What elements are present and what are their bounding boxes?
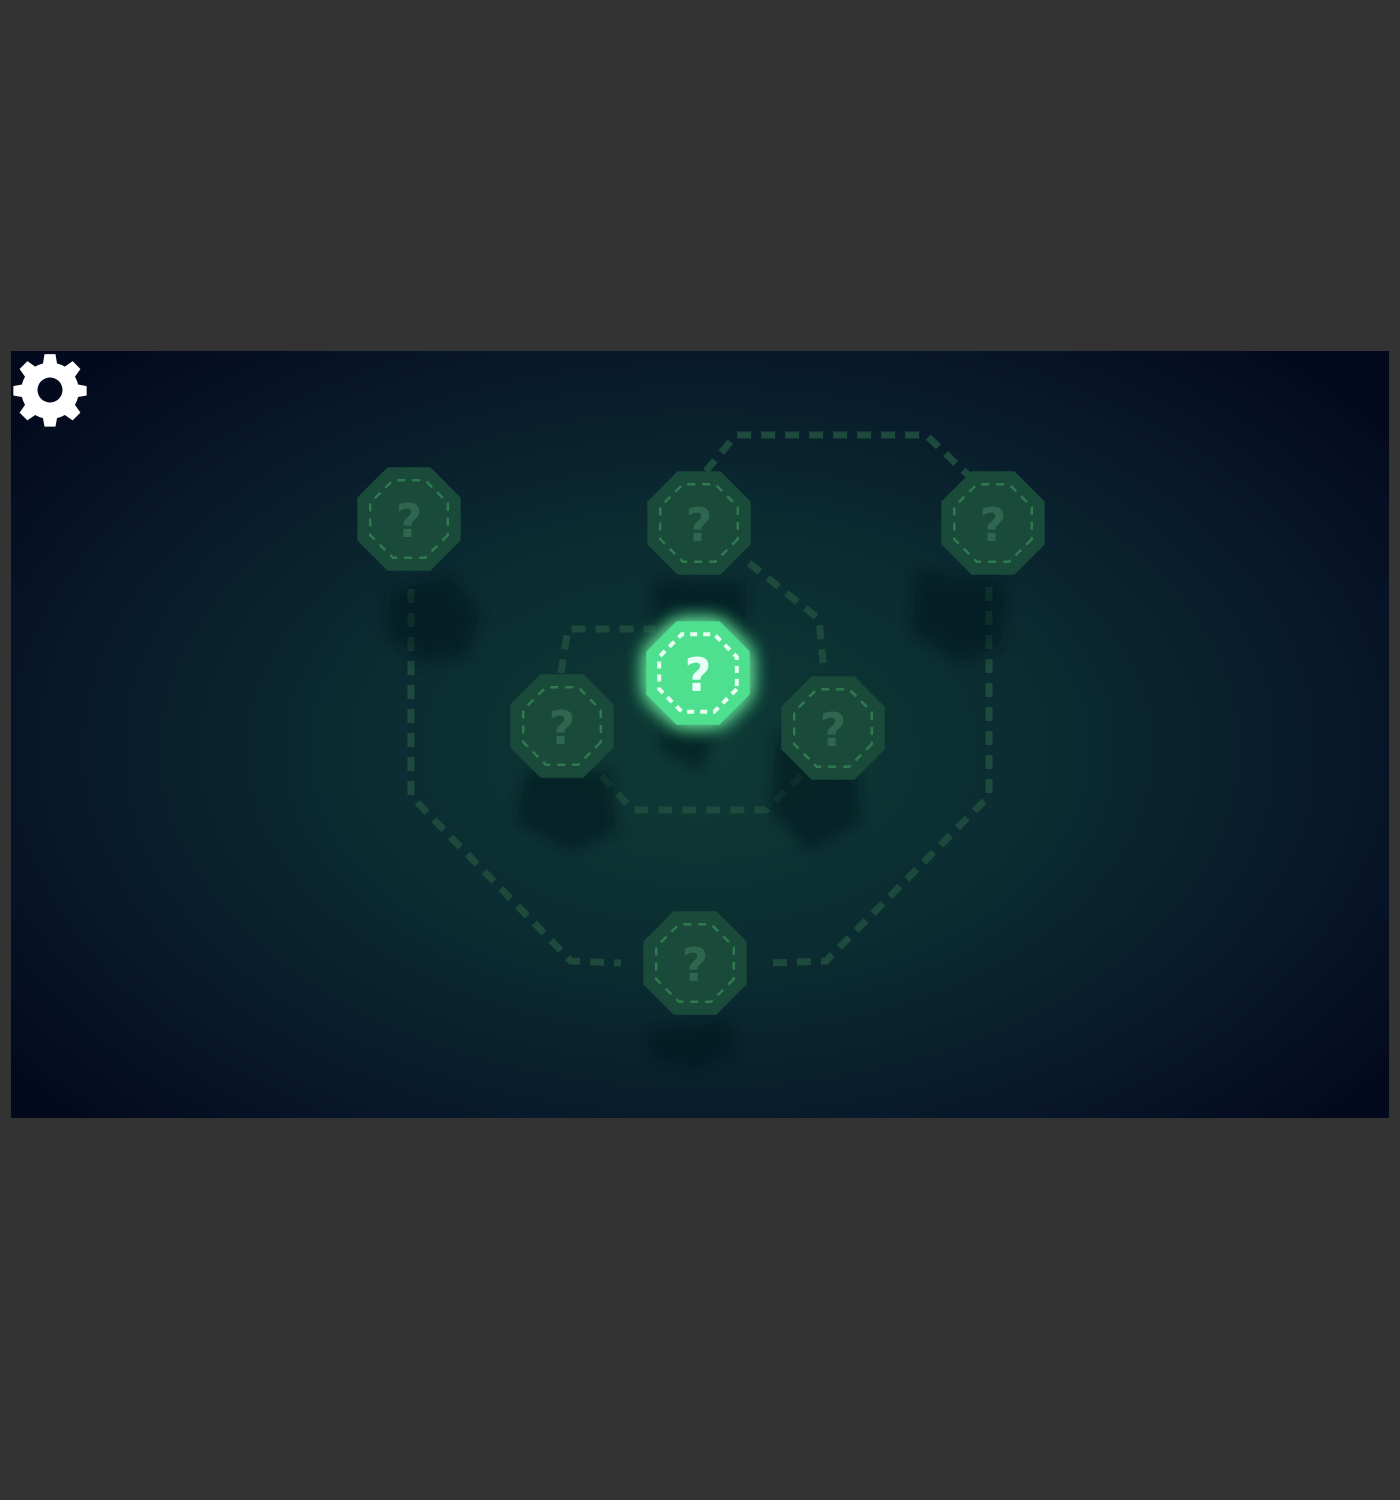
node-bottom[interactable]: ? [643, 911, 747, 1015]
path-topcenter-midright [746, 560, 828, 674]
question-mark-icon: ? [820, 703, 847, 757]
level-map: ??????? [357, 431, 1045, 1069]
question-mark-icon: ? [685, 648, 712, 702]
node-top-center[interactable]: ? [647, 471, 751, 575]
game-viewport: ??????? [11, 351, 1389, 1118]
question-mark-icon: ? [549, 701, 576, 755]
question-mark-icon: ? [396, 494, 423, 548]
node-top-right[interactable]: ? [941, 471, 1045, 575]
question-mark-icon: ? [682, 938, 709, 992]
node-top-left[interactable]: ? [357, 467, 461, 571]
path-topcenter-topright [703, 431, 971, 478]
question-mark-icon: ? [980, 498, 1007, 552]
gear-icon[interactable] [11, 351, 89, 429]
path-midleft-center [557, 625, 656, 674]
node-mid-right[interactable]: ? [781, 676, 885, 780]
path-midleft-midright [598, 773, 804, 814]
node-mid-left[interactable]: ? [510, 674, 614, 778]
question-mark-icon: ? [686, 498, 713, 552]
node-center[interactable]: ? [646, 621, 750, 725]
